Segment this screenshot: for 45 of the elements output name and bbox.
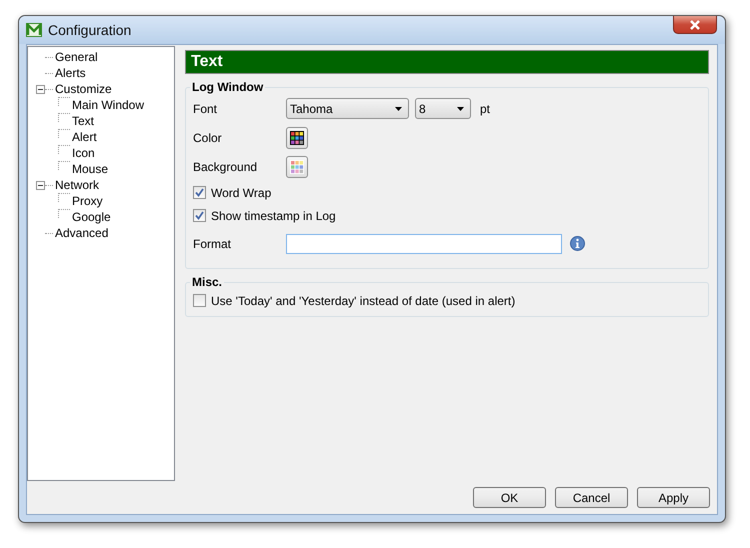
dialog-button[interactable]: Apply <box>637 487 710 508</box>
close-icon <box>689 20 701 30</box>
tree-item[interactable]: Mouse <box>70 162 110 176</box>
dialog-button[interactable]: Cancel <box>555 487 628 508</box>
color-grid-icon <box>290 160 304 174</box>
checkbox[interactable] <box>193 186 206 199</box>
tree-item[interactable]: Proxy <box>70 194 105 208</box>
format-field[interactable] <box>286 234 562 254</box>
font-dropdown[interactable]: Tahoma <box>286 98 409 119</box>
tree-item[interactable]: Advanced <box>53 226 110 240</box>
checkbox[interactable] <box>193 209 206 222</box>
collapse-toggle[interactable] <box>36 84 45 94</box>
caret-icon <box>395 106 402 110</box>
envelope-icon <box>26 23 42 37</box>
page-header: Text <box>185 50 709 74</box>
field-label: Format <box>193 236 232 250</box>
tree-item[interactable]: Alert <box>70 130 99 144</box>
group-title: Log Window <box>191 80 264 94</box>
field-label: Background <box>193 160 258 174</box>
dialog-button[interactable]: OK <box>473 487 546 508</box>
caret-icon <box>457 106 464 110</box>
checkbox[interactable] <box>193 294 206 307</box>
tree-item[interactable]: Icon <box>70 146 97 160</box>
color-button[interactable] <box>286 156 308 178</box>
collapse-toggle[interactable] <box>36 180 45 190</box>
color-button[interactable] <box>286 126 308 148</box>
checkbox-label: Word Wrap <box>211 186 272 200</box>
checkbox-label: Use 'Today' and 'Yesterday' instead of date (used in alert) <box>211 294 516 308</box>
info-icon <box>570 236 585 251</box>
tree-item[interactable]: General <box>53 50 100 64</box>
tree-item[interactable]: Network <box>53 178 102 192</box>
tree-item[interactable]: Customize <box>53 82 114 96</box>
field-label: Color <box>193 130 223 144</box>
tree-item[interactable]: Main Window <box>70 98 146 112</box>
tree-item[interactable]: Alerts <box>53 66 88 80</box>
tree-item[interactable]: Google <box>70 210 113 224</box>
checkbox-label: Show timestamp in Log <box>211 208 336 222</box>
tree-item[interactable]: Text <box>70 114 96 128</box>
unit-label: pt <box>480 102 490 116</box>
field-label: Font <box>193 102 218 116</box>
window-title: Configuration <box>48 22 132 38</box>
group-title: Misc. <box>191 275 224 289</box>
size-dropdown[interactable]: 8 <box>415 98 471 119</box>
close-button[interactable] <box>673 16 717 34</box>
color-grid-icon <box>290 130 304 144</box>
